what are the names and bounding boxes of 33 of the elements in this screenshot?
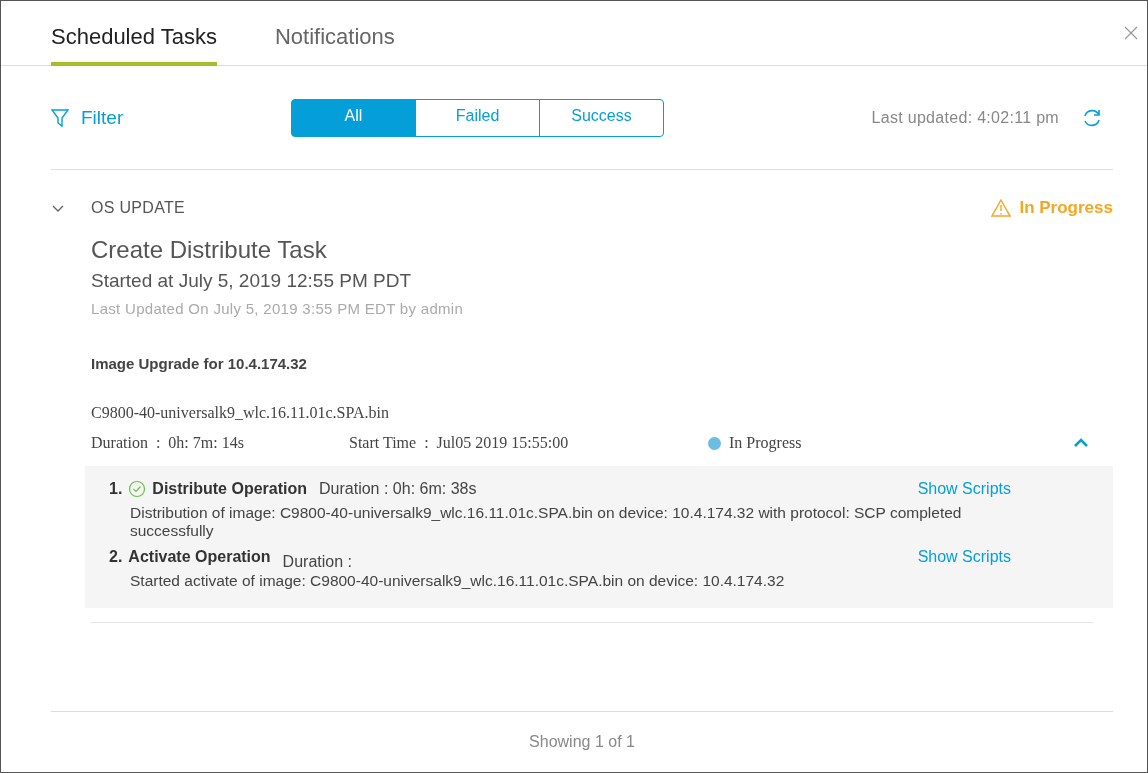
task-start-time: Started at July 5, 2019 12:55 PM PDT — [91, 270, 412, 292]
show-scripts-link[interactable]: Show Scripts — [917, 480, 1011, 498]
image-status: In Progress — [729, 434, 802, 452]
pagination-text: Showing 1 of 1 — [529, 733, 635, 751]
operation-message: Started activate of image: C9800-40-universalk9_wlc.16.11.01c.SPA.bin on device: 10.4.174.32 — [129, 572, 786, 590]
image-file-name: C9800-40-universalk9_wlc.16.11.01c.SPA.bin — [91, 404, 390, 422]
filter-icon — [51, 107, 69, 128]
chevron-icon[interactable] — [51, 203, 65, 213]
tab[interactable]: Scheduled Tasks — [51, 24, 217, 66]
task-status: In Progress — [991, 198, 1113, 218]
show-scripts-link[interactable]: Show Scripts — [917, 548, 1011, 566]
tab[interactable]: Notifications — [274, 24, 395, 66]
collapse-icon[interactable] — [1073, 438, 1089, 448]
operation-name: Distribute Operation — [152, 480, 308, 498]
operation-name: Activate Operation — [128, 548, 271, 566]
filter-segment[interactable]: Failed — [415, 98, 540, 137]
task-title: Create Distribute Task — [91, 236, 328, 264]
filter-segment[interactable]: All — [291, 98, 416, 137]
operation-number: 1. — [109, 480, 123, 498]
task-last-updated: Last Updated On July 5, 2019 3:55 PM EDT by admin — [91, 300, 465, 317]
image-duration: Duration : 0h: 7m: 14s — [91, 434, 245, 452]
filter-button[interactable]: Filter — [51, 106, 292, 129]
close-icon[interactable] — [1124, 26, 1138, 40]
filter-segment[interactable]: Success — [539, 98, 664, 137]
last-updated-text: Last updated: 4:02:11 pm — [871, 108, 1059, 127]
operation-message: Distribution of image: C9800-40-universalk9_wlc.16.11.01c.SPA.bin on device: 10.4.174.32 with protocol: SCP completed successfully — [129, 504, 963, 540]
operation-number: 2. — [109, 548, 123, 566]
operation-duration: Duration : — [282, 553, 352, 571]
upgrade-heading: Image Upgrade for 10.4.174.32 — [91, 355, 308, 372]
warning-icon — [991, 199, 1012, 217]
image-start-time: Start Time : Jul05 2019 15:55:00 — [349, 434, 570, 452]
task-category: OS UPDATE — [91, 199, 185, 217]
operation-duration: Duration : 0h: 6m: 38s — [319, 480, 477, 498]
